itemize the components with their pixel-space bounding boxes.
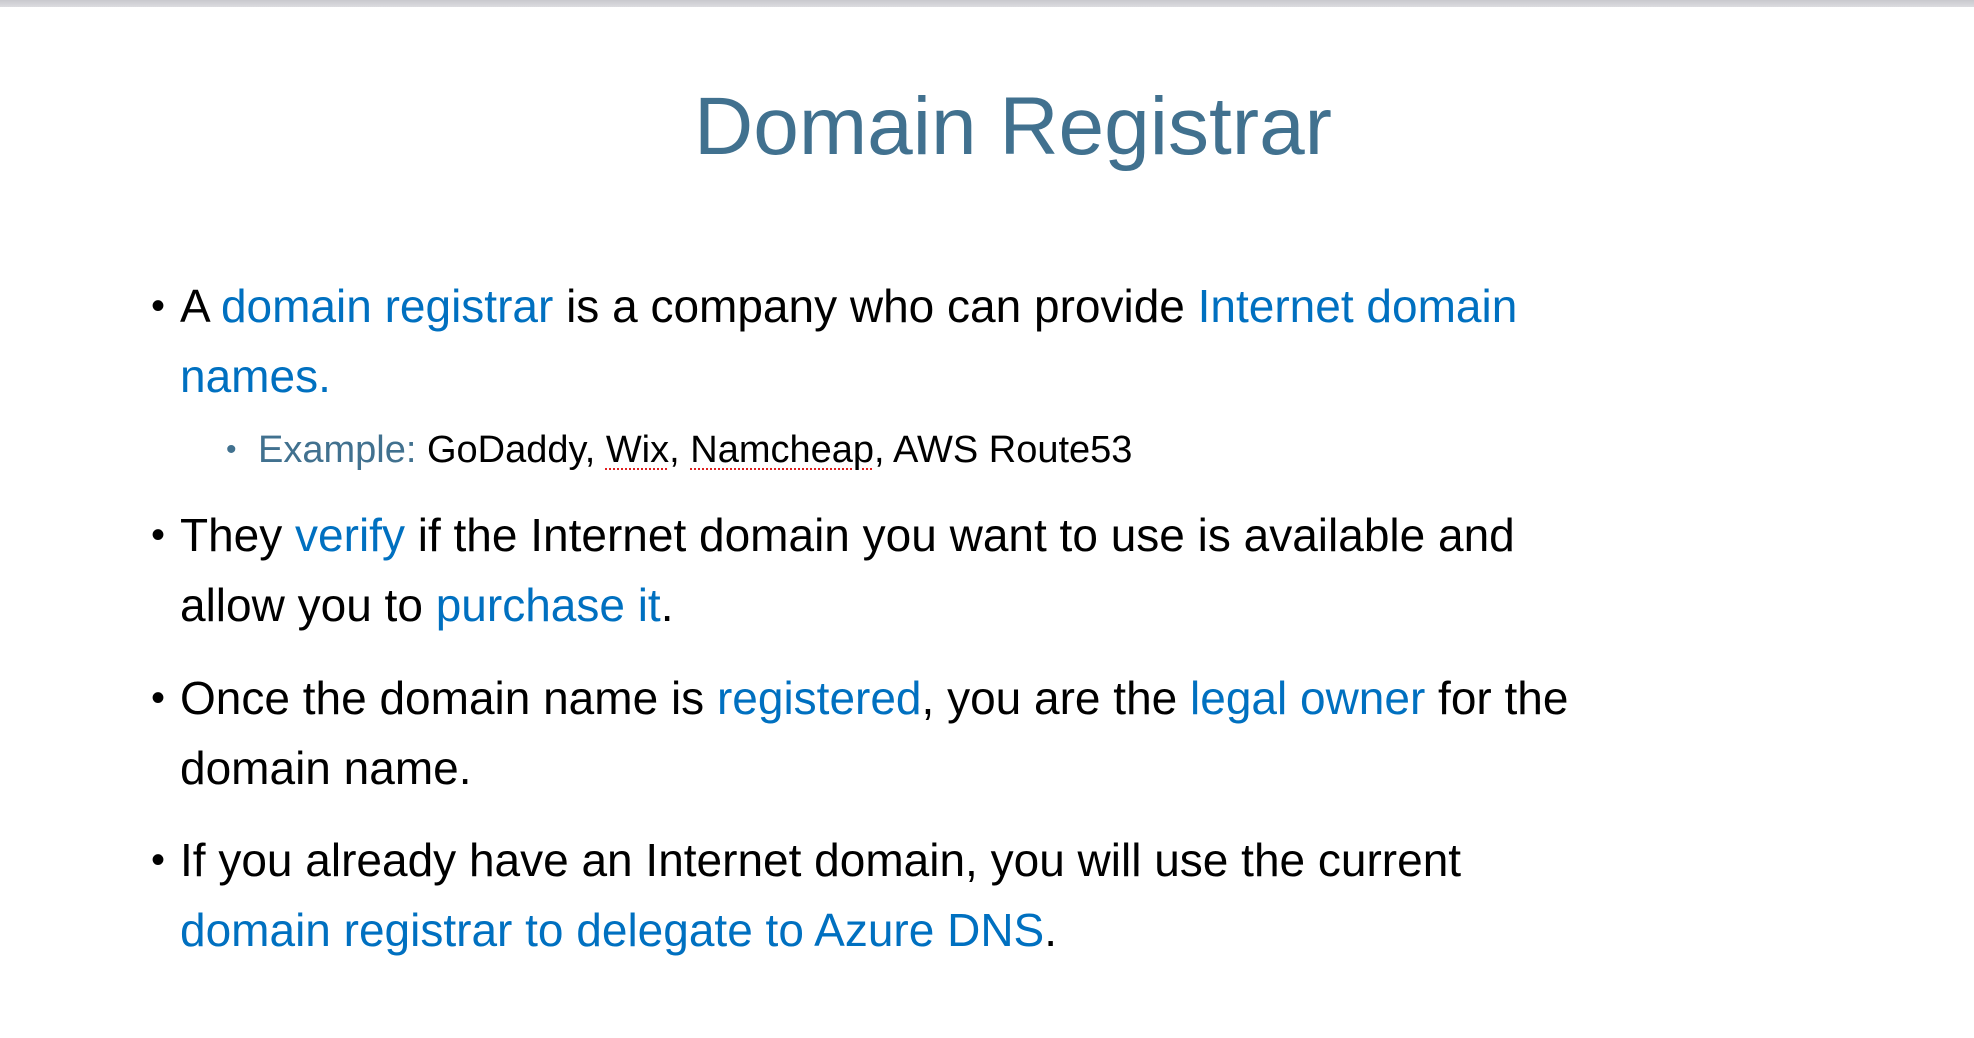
window-top-bar <box>0 0 1974 7</box>
bullet-line: A domain registrar is a company who can … <box>180 271 1517 341</box>
text: domain name. <box>180 742 472 794</box>
text: They <box>180 509 296 561</box>
bullet-line: They verify if the Internet domain you w… <box>180 500 1515 570</box>
sub-bullet-dot-icon: • <box>226 433 237 466</box>
slide-title: Domain Registrar <box>694 81 1332 172</box>
example-item: Namcheap <box>690 429 875 471</box>
bullet-3: • Once the domain name is registered, yo… <box>151 663 1568 803</box>
bullet-1: • A domain registrar is a company who ca… <box>151 271 1517 411</box>
highlight-text: registered <box>716 672 922 724</box>
highlight-text: Internet domain <box>1197 280 1518 332</box>
highlight-text: domain registrar <box>220 280 554 332</box>
example-item: AWS Route53 <box>893 429 1133 471</box>
example-label: Example: <box>258 429 417 471</box>
bullet-dot-icon: • <box>151 676 166 720</box>
text: Once the domain name is <box>180 672 717 724</box>
bullet-line: Once the domain name is registered, you … <box>180 663 1568 733</box>
highlight-text: purchase it <box>435 579 661 631</box>
example-item: GoDaddy <box>426 429 585 471</box>
bullet-line: domain registrar to delegate to Azure DN… <box>180 895 1461 965</box>
text: . <box>1044 904 1058 956</box>
bullet-line: names. <box>180 341 1517 411</box>
text: if the Internet domain you want to use i… <box>404 509 1515 561</box>
bullet-dot-icon: • <box>151 838 166 882</box>
text: A <box>180 280 221 332</box>
highlight-text: legal owner <box>1190 672 1426 724</box>
sub-bullet-examples: • Example: GoDaddy, Wix, Namcheap, AWS R… <box>226 425 1133 475</box>
text: for the <box>1425 672 1569 724</box>
text: allow you to <box>180 579 436 631</box>
bullet-dot-icon: • <box>151 284 166 328</box>
text: If you already have an Internet domain, … <box>180 834 1462 886</box>
text: , you are the <box>921 672 1191 724</box>
bullet-dot-icon: • <box>151 513 166 557</box>
bullet-2: • They verify if the Internet domain you… <box>151 500 1515 640</box>
text: . <box>660 579 674 631</box>
bullet-line: If you already have an Internet domain, … <box>180 825 1461 895</box>
bullet-line: domain name. <box>180 733 1568 803</box>
bullet-4: • If you already have an Internet domain… <box>151 825 1461 965</box>
text: is a company who can provide <box>553 280 1198 332</box>
highlight-text: names. <box>180 350 331 402</box>
example-item: Wix <box>605 429 670 471</box>
highlight-text: domain registrar to delegate to Azure DN… <box>180 904 1045 956</box>
highlight-text: verify <box>295 509 405 561</box>
bullet-line: allow you to purchase it. <box>180 570 1515 640</box>
